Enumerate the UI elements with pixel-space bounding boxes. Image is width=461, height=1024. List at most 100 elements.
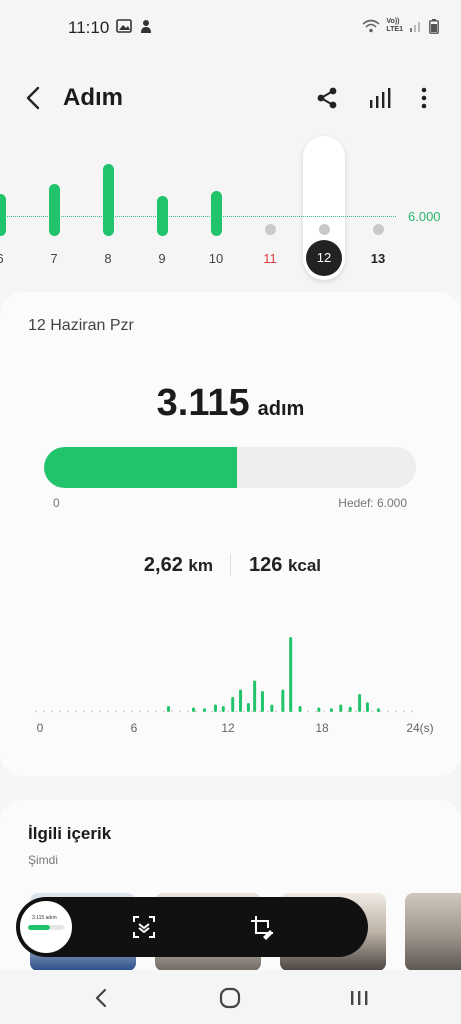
baseline-dot xyxy=(235,710,237,713)
baseline-dot xyxy=(395,710,397,713)
back-icon[interactable] xyxy=(20,84,48,112)
day-bar-7[interactable] xyxy=(48,184,60,236)
baseline-dot xyxy=(219,710,221,713)
hourly-tick-label: 24(s) xyxy=(406,721,433,735)
baseline-dot xyxy=(123,710,125,713)
daily-summary-card: 12 Haziran Pzr 3.115 adım 0 Hedef: 6.000 … xyxy=(0,292,461,776)
nav-home-icon[interactable] xyxy=(216,984,244,1012)
hourly-bar xyxy=(192,707,196,712)
baseline-dot xyxy=(411,710,413,713)
day-dot-13[interactable] xyxy=(372,224,384,235)
notification-icon xyxy=(141,20,151,33)
progress-min-label: 0 xyxy=(53,496,60,510)
volte-label: Vo)) xyxy=(386,18,400,25)
baseline-dot xyxy=(347,710,349,713)
volte-lte-icon: Vo)) LTE1 xyxy=(386,18,403,34)
hourly-bar xyxy=(329,708,333,712)
baseline-dot xyxy=(83,710,85,713)
summary-date: 12 Haziran Pzr xyxy=(28,317,134,334)
baseline-dot xyxy=(187,710,189,713)
gallery-icon xyxy=(116,19,132,33)
hourly-bar xyxy=(203,708,206,712)
baseline-dot xyxy=(355,710,357,713)
baseline-dot xyxy=(59,710,61,713)
baseline-dot xyxy=(163,710,165,713)
goal-progress-fill xyxy=(44,447,238,488)
day-label-11[interactable]: 11 xyxy=(255,251,285,266)
baseline-dot xyxy=(115,710,117,713)
day-label-9[interactable]: 9 xyxy=(147,251,177,266)
day-label-10[interactable]: 10 xyxy=(201,251,231,266)
nav-recents-icon[interactable] xyxy=(345,984,373,1012)
distance-value: 2,62 xyxy=(143,554,183,576)
related-subtitle: Şimdi xyxy=(28,853,59,867)
baseline-dot xyxy=(67,710,69,713)
lte-label: LTE1 xyxy=(386,26,403,33)
baseline-dot xyxy=(43,710,45,713)
baseline-dot xyxy=(267,710,269,713)
baseline-dot xyxy=(403,710,405,713)
share-icon[interactable] xyxy=(314,85,340,111)
hourly-bar xyxy=(339,704,343,712)
distance-stat: 2,62 km xyxy=(144,554,213,577)
day-label-13[interactable]: 13 xyxy=(363,251,393,266)
hourly-bar xyxy=(281,689,285,712)
baseline-dot xyxy=(315,710,317,713)
hourly-bar xyxy=(166,706,170,712)
preview-text: 3.115 adım xyxy=(32,915,57,921)
day-dot-11[interactable] xyxy=(264,224,276,235)
screenshot-preview[interactable]: 3.115 adım xyxy=(18,899,74,955)
baseline-dot xyxy=(99,710,101,713)
baseline-dot xyxy=(227,710,229,713)
energy-stat: 126 kcal xyxy=(249,554,321,577)
status-time: 11:10 xyxy=(68,18,110,37)
hourly-bar xyxy=(358,694,362,712)
day-label-7[interactable]: 7 xyxy=(39,251,69,266)
steps-total: 3.115 adım xyxy=(0,382,461,425)
baseline-dot xyxy=(251,710,253,713)
stat-divider xyxy=(230,554,231,576)
steps-value: 3.115 xyxy=(156,382,250,424)
goal-label: 6.000 xyxy=(408,209,441,224)
day-bar-9[interactable] xyxy=(156,196,168,236)
goal-progress-bar xyxy=(44,447,416,488)
crop-edit-icon[interactable] xyxy=(248,913,276,941)
app-bar: Adım xyxy=(0,72,461,124)
day-bar-6[interactable] xyxy=(0,194,6,236)
weekly-steps-chart[interactable]: 6.000 6 7 8 9 10 11 12 13 xyxy=(0,136,461,286)
day-dot-12[interactable] xyxy=(318,224,330,235)
screenshot-toolbar: 3.115 adım xyxy=(16,897,368,957)
energy-value: 126 xyxy=(249,554,283,576)
chart-icon[interactable] xyxy=(367,85,393,111)
scroll-capture-icon[interactable] xyxy=(130,913,158,941)
baseline-dot xyxy=(211,710,213,713)
baseline-dot xyxy=(323,710,325,713)
hourly-tick-label: 12 xyxy=(221,721,235,735)
baseline-dot xyxy=(51,710,53,713)
hourly-bar xyxy=(348,706,352,712)
wifi-icon xyxy=(362,19,380,33)
day-label-12[interactable]: 12 xyxy=(306,240,342,276)
steps-unit: adım xyxy=(257,398,305,420)
baseline-dot xyxy=(147,710,149,713)
day-label-8[interactable]: 8 xyxy=(93,251,123,266)
nav-back-icon[interactable] xyxy=(88,984,116,1012)
progress-goal-label: Hedef: 6.000 xyxy=(338,496,407,510)
related-thumbnail-4[interactable] xyxy=(405,893,461,971)
related-title: İlgili içerik xyxy=(28,824,112,843)
hourly-tick-label: 18 xyxy=(315,721,329,735)
hourly-bar xyxy=(260,691,264,712)
day-bar-10[interactable] xyxy=(210,191,222,236)
baseline-dot xyxy=(275,710,277,713)
baseline-dot xyxy=(371,710,373,713)
hourly-bar xyxy=(213,704,217,712)
baseline-dot xyxy=(179,710,181,713)
day-label-6[interactable]: 6 xyxy=(0,251,15,266)
more-icon[interactable] xyxy=(411,85,437,111)
day-bar-8[interactable] xyxy=(102,164,114,236)
hourly-bar xyxy=(289,637,293,712)
hourly-bar xyxy=(365,702,369,712)
baseline-dot xyxy=(363,710,365,713)
distance-unit: km xyxy=(188,556,213,575)
baseline-dot xyxy=(131,710,133,713)
